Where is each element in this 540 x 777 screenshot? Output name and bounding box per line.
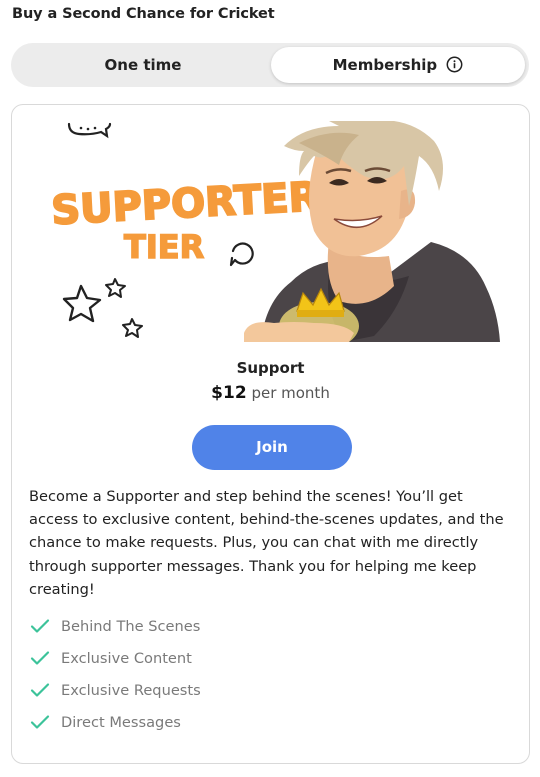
feature-list: Behind The Scenes Exclusive Content Excl… <box>29 615 515 743</box>
feature-label: Behind The Scenes <box>61 618 201 635</box>
check-icon <box>30 651 50 665</box>
tier-name: Support <box>236 359 305 377</box>
tab-one-time-label: One time <box>104 56 182 74</box>
page-title: Buy a Second Chance for Cricket <box>12 6 275 22</box>
purchase-type-toggle: One time Membership <box>11 43 529 87</box>
feature-item: Exclusive Requests <box>29 679 515 711</box>
feature-item: Exclusive Content <box>29 647 515 679</box>
tier-period: per month <box>251 384 330 402</box>
feature-item: Behind The Scenes <box>29 615 515 647</box>
join-button[interactable]: Join <box>192 425 352 470</box>
tab-one-time[interactable]: One time <box>15 47 271 83</box>
check-icon <box>30 683 50 697</box>
banner-title-line2: TIER <box>124 228 204 266</box>
tier-price-line: $12 per month <box>12 383 529 403</box>
feature-label: Direct Messages <box>61 714 181 731</box>
banner-title-line1: SUPPORTER <box>50 174 320 234</box>
tier-price: $12 <box>211 383 247 403</box>
tab-membership[interactable]: Membership <box>271 47 525 83</box>
feature-label: Exclusive Content <box>61 650 192 667</box>
tab-membership-label: Membership <box>332 56 438 74</box>
tier-description: Become a Supporter and step behind the s… <box>29 488 504 598</box>
check-icon <box>30 715 50 729</box>
check-icon <box>30 619 50 633</box>
feature-label: Exclusive Requests <box>61 682 201 699</box>
info-icon[interactable] <box>446 56 463 73</box>
tier-banner-image: SUPPORTER TIER <box>29 121 515 342</box>
feature-item: Direct Messages <box>29 711 515 743</box>
membership-tier-card: SUPPORTER TIER Support $12 per month Joi… <box>11 104 530 764</box>
